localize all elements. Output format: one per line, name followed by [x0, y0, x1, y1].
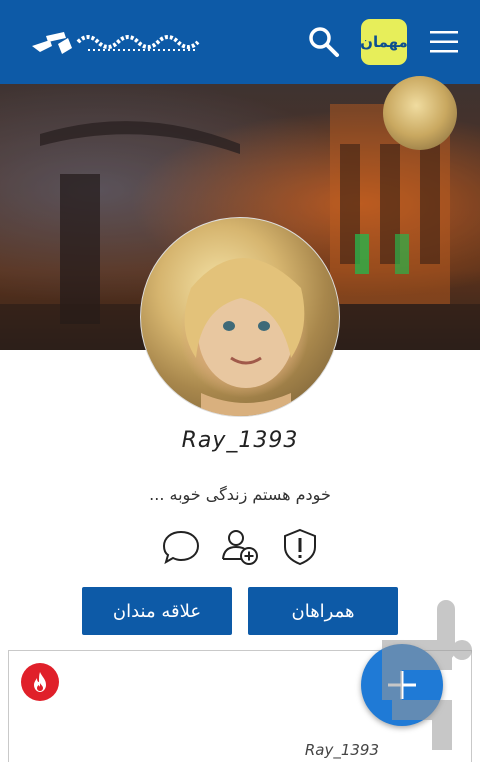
message-button[interactable]: [161, 527, 201, 567]
shield-alert-icon: [284, 528, 316, 566]
guest-button[interactable]: مهمان: [360, 19, 408, 65]
add-user-icon: [222, 530, 258, 565]
flame-icon: [34, 672, 46, 692]
app-logo[interactable]: [28, 22, 210, 60]
search-icon: [309, 27, 339, 57]
search-button[interactable]: [306, 24, 342, 60]
report-button[interactable]: [280, 527, 320, 567]
follow-button[interactable]: [220, 527, 260, 567]
hot-badge: [21, 663, 59, 701]
post-author: Ray_1393: [304, 741, 379, 759]
menu-button[interactable]: [428, 28, 460, 56]
add-post-fab[interactable]: [361, 644, 443, 726]
avatar-portrait: [184, 258, 305, 416]
hamburger-menu-icon: [430, 31, 458, 53]
top-app-bar: مهمان: [0, 0, 480, 84]
logo-graphic: [32, 32, 200, 54]
plus-icon: [388, 671, 416, 699]
post-author-avatar[interactable]: [383, 76, 457, 150]
profile-bio: خودم هستم زندگی خوبه ...: [149, 485, 331, 504]
profile-avatar[interactable]: [140, 217, 340, 417]
chat-bubble-icon: [162, 530, 200, 565]
followers-button[interactable]: همراهان: [248, 587, 398, 635]
interests-button[interactable]: علاقه مندان: [82, 587, 232, 635]
profile-username: Ray_1393: [181, 428, 299, 453]
